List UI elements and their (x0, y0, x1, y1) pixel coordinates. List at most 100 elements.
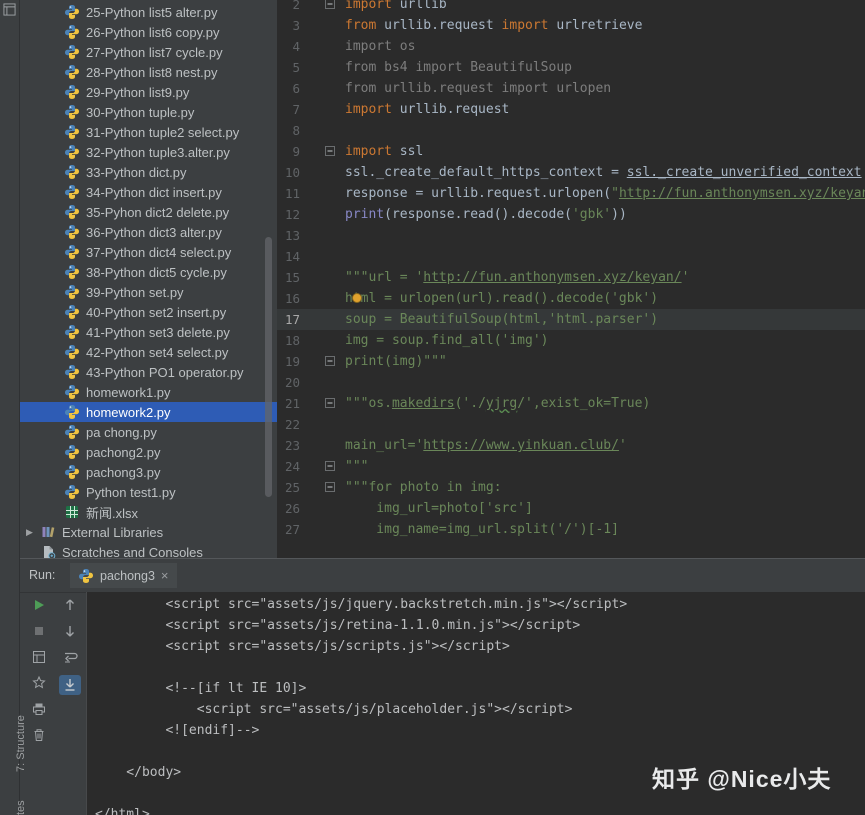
expand-arrow-icon[interactable]: ▶ (26, 527, 40, 538)
fold-marker-icon[interactable] (325, 356, 336, 367)
code-line[interactable]: 19print(img)""" (277, 351, 865, 372)
favorites-toolwindow-button[interactable]: tes (15, 800, 27, 815)
fold-marker-icon[interactable] (325, 398, 336, 409)
line-number: 22 (277, 414, 300, 435)
tree-item[interactable]: 34-Python dict insert.py (20, 182, 277, 202)
code-line[interactable]: 21"""os.makedirs('./yjrg/',exist_ok=True… (277, 393, 865, 414)
code-line[interactable]: 24""" (277, 456, 865, 477)
code-line[interactable]: 4import os (277, 36, 865, 57)
fold-marker-icon[interactable] (325, 0, 336, 10)
tree-item-label: 29-Python list9.py (86, 85, 189, 100)
tree-item[interactable]: 26-Python list6 copy.py (20, 22, 277, 42)
code-text: """for photo in img: (345, 477, 502, 498)
line-number: 23 (277, 435, 300, 456)
tab-close-icon[interactable]: × (161, 568, 169, 583)
tree-item[interactable]: 38-Python dict5 cycle.py (20, 262, 277, 282)
code-line[interactable]: 5from bs4 import BeautifulSoup (277, 57, 865, 78)
tree-item[interactable]: Python test1.py (20, 482, 277, 502)
tree-item[interactable]: 37-Python dict4 select.py (20, 242, 277, 262)
tree-item-label: 25-Python list5 alter.py (86, 5, 218, 20)
tree-item-label: 31-Python tuple2 select.py (86, 125, 239, 140)
tree-item-label: homework1.py (86, 385, 171, 400)
code-line[interactable]: 8 (277, 120, 865, 141)
tree-item[interactable]: 新闻.xlsx (20, 502, 277, 522)
code-line[interactable]: 12print(response.read().decode('gbk')) (277, 204, 865, 225)
tree-item[interactable]: homework2.py (20, 402, 277, 422)
tree-item[interactable]: 40-Python set2 insert.py (20, 302, 277, 322)
tree-item-label: 43-Python PO1 operator.py (86, 365, 244, 380)
code-line[interactable]: 18img = soup.find_all('img') (277, 330, 865, 351)
code-text: import os (345, 36, 415, 57)
up-stacktrace-button[interactable] (60, 597, 80, 613)
tree-scrollbar[interactable] (265, 237, 272, 497)
code-line[interactable]: 10ssl._create_default_https_context = ss… (277, 162, 865, 183)
tree-item[interactable]: pachong3.py (20, 462, 277, 482)
code-line[interactable]: 13 (277, 225, 865, 246)
py-file-icon (64, 304, 80, 320)
tree-item[interactable]: 25-Python list5 alter.py (20, 2, 277, 22)
rerun-button[interactable] (29, 597, 49, 613)
structure-toolwindow-button[interactable]: 7: Structure (15, 715, 27, 772)
code-text: import urllib.request (345, 99, 509, 120)
tree-item[interactable]: 35-Pyhon dict2 delete.py (20, 202, 277, 222)
tree-item[interactable]: 30-Python tuple.py (20, 102, 277, 122)
fold-marker-icon[interactable] (325, 482, 336, 493)
tree-item[interactable]: 31-Python tuple2 select.py (20, 122, 277, 142)
tree-item[interactable]: 33-Python dict.py (20, 162, 277, 182)
code-text: """os.makedirs('./yjrg/',exist_ok=True) (345, 393, 650, 414)
tree-item[interactable]: 41-Python set3 delete.py (20, 322, 277, 342)
code-line[interactable]: 27 img_name=img_url.split('/')[-1] (277, 519, 865, 540)
tree-item-label: 39-Python set.py (86, 285, 184, 300)
code-line[interactable]: 26 img_url=photo['src'] (277, 498, 865, 519)
soft-wrap-button[interactable] (60, 649, 80, 665)
py-file-icon (64, 464, 80, 480)
code-line[interactable]: 20 (277, 372, 865, 393)
tree-item[interactable]: 43-Python PO1 operator.py (20, 362, 277, 382)
fold-marker-icon[interactable] (325, 146, 336, 157)
tree-item[interactable]: 42-Python set4 select.py (20, 342, 277, 362)
code-line[interactable]: 15"""url = 'http://fun.anthonymsen.xyz/k… (277, 267, 865, 288)
line-number: 5 (277, 57, 300, 78)
tree-item[interactable]: 39-Python set.py (20, 282, 277, 302)
tree-item[interactable]: pachong2.py (20, 442, 277, 462)
code-line[interactable]: 6from urllib.request import urlopen (277, 78, 865, 99)
tree-item-label: 38-Python dict5 cycle.py (86, 265, 227, 280)
tree-item[interactable]: 28-Python list8 nest.py (20, 62, 277, 82)
code-line[interactable]: 9import ssl (277, 141, 865, 162)
py-file-icon (64, 144, 80, 160)
tree-item[interactable]: 27-Python list7 cycle.py (20, 42, 277, 62)
code-line[interactable]: 23main_url='https://www.yinkuan.club/' (277, 435, 865, 456)
print-button[interactable] (29, 701, 49, 717)
code-line[interactable]: 17soup = BeautifulSoup(html,'html.parser… (277, 309, 865, 330)
clear-trash-button[interactable] (29, 727, 49, 743)
restore-layout-button[interactable] (29, 649, 49, 665)
code-text: import ssl (345, 141, 423, 162)
code-line[interactable]: 3from urllib.request import urlretrieve (277, 15, 865, 36)
editor-panel[interactable]: 2import urllib3from urllib.request impor… (277, 0, 865, 558)
line-number: 19 (277, 351, 300, 372)
tree-item[interactable]: ▶External Libraries (20, 522, 277, 542)
code-line[interactable]: 11response = urllib.request.urlopen("htt… (277, 183, 865, 204)
tree-item[interactable]: 29-Python list9.py (20, 82, 277, 102)
stop-button[interactable] (29, 623, 49, 639)
scroll-to-end-button[interactable] (59, 675, 81, 695)
down-stacktrace-button[interactable] (60, 623, 80, 639)
tree-item[interactable]: 36-Python dict3 alter.py (20, 222, 277, 242)
tree-item[interactable]: Scratches and Consoles (20, 542, 277, 558)
code-line[interactable]: 16html = urlopen(url).read().decode('gbk… (277, 288, 865, 309)
tree-item[interactable]: homework1.py (20, 382, 277, 402)
code-line[interactable]: 22 (277, 414, 865, 435)
line-number: 14 (277, 246, 300, 267)
fold-marker-icon[interactable] (325, 461, 336, 472)
py-file-icon (64, 124, 80, 140)
tree-item[interactable]: pa chong.py (20, 422, 277, 442)
code-line[interactable]: 2import urllib (277, 0, 865, 15)
code-line[interactable]: 14 (277, 246, 865, 267)
pin-star-button[interactable] (29, 675, 49, 691)
code-line[interactable]: 25"""for photo in img: (277, 477, 865, 498)
run-tab-pachong3[interactable]: pachong3 × (70, 563, 177, 588)
tree-item[interactable]: 32-Python tuple3.alter.py (20, 142, 277, 162)
code-line[interactable]: 7import urllib.request (277, 99, 865, 120)
tool-window-menu-icon[interactable] (3, 3, 16, 16)
tree-item-label: 新闻.xlsx (86, 503, 138, 522)
